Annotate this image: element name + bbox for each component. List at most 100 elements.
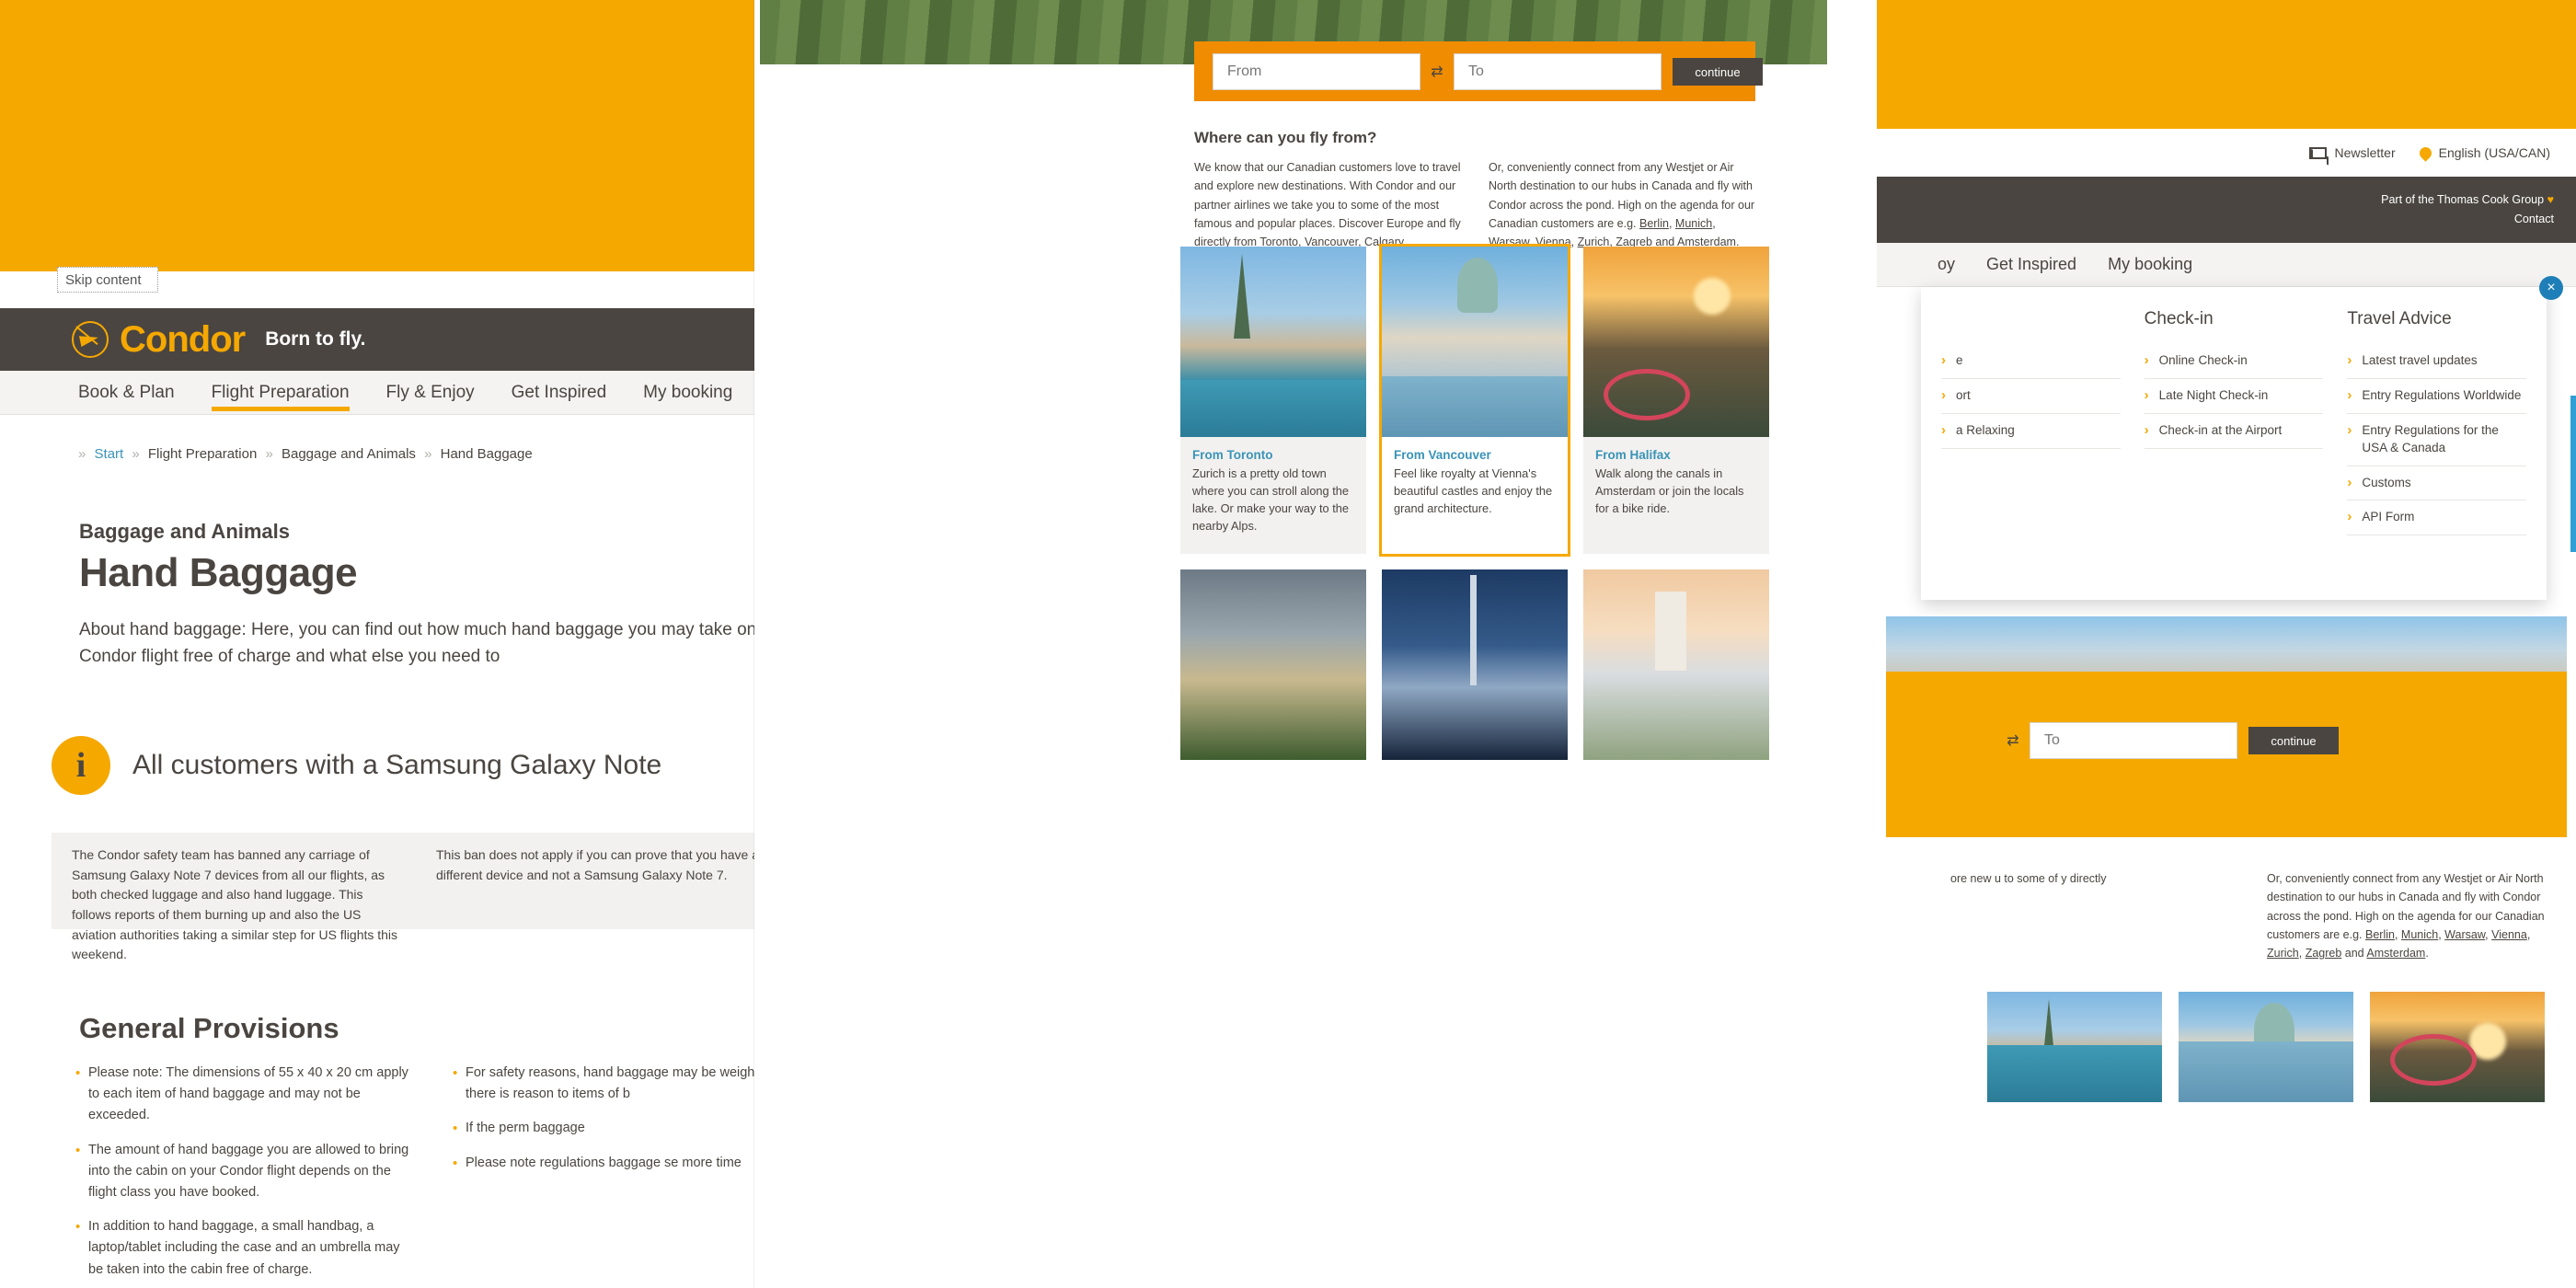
column-heading-travel-advice: Travel Advice [2347, 309, 2452, 328]
mail-icon [2309, 146, 2328, 159]
check-in-item-list: Online Check-in Late Night Check-in Chec… [2144, 344, 2324, 449]
destination-card-selected[interactable]: From Vancouver Feel like royalty at Vien… [1379, 244, 1570, 557]
zagreb-photo [1180, 569, 1366, 760]
location-pin-icon [2416, 144, 2434, 162]
provisions-lists: Please note: The dimensions of 55 x 40 x… [75, 1063, 773, 1288]
search-input-to[interactable]: To [2030, 722, 2237, 759]
destination-card[interactable] [1382, 569, 1568, 760]
close-icon[interactable]: × [2539, 276, 2563, 300]
page-kicker: Baggage and Animals [79, 520, 291, 543]
link-zagreb[interactable]: Zagreb [2306, 947, 2342, 960]
continue-button[interactable]: continue [2248, 727, 2339, 754]
breadcrumb-sep: » [424, 446, 432, 462]
destination-card[interactable] [1583, 569, 1769, 760]
notice-body: The Condor safety team has banned any ca… [52, 833, 773, 961]
menu-item-entry-regulations-usa-canada[interactable]: Entry Regulations for the USA & Canada [2347, 414, 2527, 466]
swap-arrows-icon[interactable]: ⇄ [1996, 731, 2030, 750]
skip-content-label: Skip content [65, 271, 142, 288]
intro-paragraph-left-fragment: ore new u to some of y directly [1950, 872, 2107, 885]
hero-banner-left [0, 0, 773, 271]
menu-item-check-in-at-the-airport[interactable]: Check-in at the Airport [2144, 414, 2324, 449]
group-label: Part of the Thomas Cook Group [2381, 192, 2545, 206]
list-item: In addition to hand baggage, a small han… [75, 1216, 416, 1281]
list-item[interactable]: e [1941, 344, 2121, 379]
right-browser-panel: Newsletter English (USA/CAN) Part of the… [1877, 0, 2576, 1288]
link-berlin[interactable]: Berlin [2365, 928, 2395, 941]
destination-card[interactable]: From Toronto Zurich is a pretty old town… [1180, 247, 1366, 554]
card-text: Walk along the canals in Amsterdam or jo… [1595, 466, 1744, 515]
newsletter-label: Newsletter [2334, 145, 2396, 160]
partial-item-list: e ort a Relaxing [1941, 344, 2121, 449]
zurich-photo[interactable] [1987, 992, 2162, 1102]
language-label: English (USA/CAN) [2438, 145, 2550, 160]
link-vienna[interactable]: Vienna [2491, 928, 2527, 941]
breadcrumb: » Start » Flight Preparation » Baggage a… [74, 446, 533, 462]
mega-menu-column-check-in: Check-in Online Check-in Late Night Chec… [2144, 309, 2324, 600]
nav-item-partial[interactable]: oy [1938, 243, 1955, 287]
language-selector[interactable]: English (USA/CAN) [2416, 144, 2550, 162]
menu-item-online-check-in[interactable]: Online Check-in [2144, 344, 2324, 379]
travel-advice-item-list: Latest travel updates Entry Regulations … [2347, 344, 2527, 536]
card-text: Zurich is a pretty old town where you ca… [1192, 466, 1350, 533]
link-warsaw[interactable]: Warsaw [2444, 928, 2485, 941]
newsletter-link[interactable]: Newsletter [2309, 145, 2396, 160]
breadcrumb-baggage-animals[interactable]: Baggage and Animals [282, 446, 416, 462]
zurich-photo [1180, 247, 1366, 437]
link-munich[interactable]: Munich [1675, 217, 1712, 230]
flight-search-form-right: ⇄ To continue [1996, 722, 2339, 759]
brand-claim: Born to fly. [265, 328, 366, 350]
menu-item-api-form[interactable]: API Form [2347, 500, 2527, 536]
swap-arrows-icon[interactable]: ⇄ [1420, 63, 1454, 81]
nav-item-book-plan[interactable]: Book & Plan [78, 371, 175, 415]
list-item[interactable]: a Relaxing [1941, 414, 2121, 449]
vienna-photo[interactable] [2179, 992, 2353, 1102]
menu-item-latest-travel-updates[interactable]: Latest travel updates [2347, 344, 2527, 379]
search-input-from[interactable]: From [1213, 53, 1420, 90]
menu-item-customs[interactable]: Customs [2347, 466, 2527, 501]
menu-item-entry-regulations-worldwide[interactable]: Entry Regulations Worldwide [2347, 379, 2527, 414]
screenshot-stage: Skip content Condor Born to fly. Book & … [0, 0, 2576, 1288]
card-title[interactable]: From Vancouver [1394, 448, 1556, 462]
nav-item-flight-preparation[interactable]: Flight Preparation [211, 371, 350, 415]
destination-card[interactable]: From Halifax Walk along the canals in Am… [1583, 247, 1769, 554]
list-item: Please note regulations baggage se more … [453, 1153, 773, 1175]
list-item: For safety reasons, hand baggage may be … [453, 1063, 773, 1105]
nav-item-fly-enjoy[interactable]: Fly & Enjoy [386, 371, 475, 415]
neuschwanstein-photo [1583, 569, 1769, 760]
list-item[interactable]: ort [1941, 379, 2121, 414]
main-nav-left: Book & Plan Flight Preparation Fly & Enj… [0, 371, 773, 415]
breadcrumb-start[interactable]: Start [95, 446, 124, 462]
search-input-to[interactable]: To [1454, 53, 1662, 90]
menu-item-late-night-check-in[interactable]: Late Night Check-in [2144, 379, 2324, 414]
nav-item-my-booking[interactable]: My booking [2108, 243, 2192, 287]
nav-item-get-inspired[interactable]: Get Inspired [1986, 243, 2076, 287]
link-zurich[interactable]: Zurich [2267, 947, 2299, 960]
intro-paragraph-right: Or, conveniently connect from any Westje… [2267, 872, 2545, 960]
group-line: Part of the Thomas Cook Group ♥ [2381, 190, 2554, 210]
skip-content-link[interactable]: Skip content [57, 267, 158, 293]
nav-item-get-inspired[interactable]: Get Inspired [512, 371, 607, 415]
destination-card-grid-right [1987, 992, 2558, 1102]
card-body: From Vancouver Feel like royalty at Vien… [1382, 437, 1568, 547]
condor-logo[interactable]: Condor Born to fly. [72, 319, 365, 361]
breadcrumb-flight-preparation[interactable]: Flight Preparation [148, 446, 257, 462]
provisions-list-col2: For safety reasons, hand baggage may be … [453, 1063, 773, 1288]
link-berlin[interactable]: Berlin [1639, 217, 1669, 230]
destination-card[interactable] [1180, 569, 1366, 760]
link-amsterdam[interactable]: Amsterdam [2366, 947, 2425, 960]
brand-name: Condor [120, 318, 246, 360]
amsterdam-photo[interactable] [2370, 992, 2545, 1102]
nav-item-my-booking[interactable]: My booking [643, 371, 732, 415]
scrollbar[interactable] [2570, 396, 2576, 552]
list-item: The amount of hand baggage you are allow… [75, 1140, 416, 1204]
dusseldorf-photo [1382, 569, 1568, 760]
card-title[interactable]: From Toronto [1192, 448, 1354, 462]
breadcrumb-sep: » [132, 446, 140, 462]
link-munich[interactable]: Munich [2401, 928, 2438, 941]
flight-search-form: From ⇄ To continue [1213, 53, 1763, 90]
contact-link[interactable]: Contact [2381, 210, 2554, 229]
continue-button[interactable]: continue [1673, 58, 1763, 86]
condor-logo-icon [72, 321, 109, 358]
card-title[interactable]: From Halifax [1595, 448, 1757, 462]
breadcrumb-sep: » [78, 446, 86, 462]
